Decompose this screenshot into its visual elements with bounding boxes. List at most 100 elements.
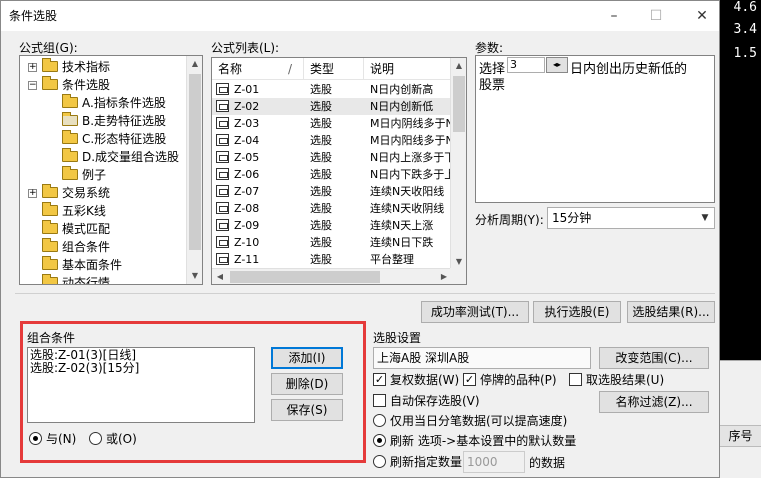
minimize-button[interactable]: – [599, 5, 629, 27]
radio-label: 仅用当日分笔数据(可以提高速度) [390, 414, 568, 428]
checkbox-checked-icon: ✓ [373, 373, 386, 386]
formula-desc: 连续N天上涨 [370, 219, 434, 232]
param-value-input[interactable]: 3 [507, 57, 545, 73]
scroll-up-icon[interactable]: ▲ [451, 58, 466, 74]
tree-item-trend-feature[interactable]: B.走势特征选股 [20, 112, 188, 130]
execute-select-button[interactable]: 执行选股(E) [533, 301, 621, 323]
tree-item-label: 五彩K线 [62, 204, 106, 218]
formula-type: 选股 [310, 134, 332, 147]
checkbox-label: 停牌的品种(P) [480, 373, 557, 387]
scroll-corner [450, 268, 466, 284]
folder-edit-icon [62, 112, 78, 126]
formula-name: Z-07 [234, 185, 260, 198]
table-row[interactable]: Z-05 选股 N日内上涨多于下 [212, 149, 452, 166]
adjusted-data-checkbox[interactable]: ✓ 复权数据(W) [373, 372, 459, 388]
formula-type: 选股 [310, 219, 332, 232]
formula-type: 选股 [310, 117, 332, 130]
auto-save-checkbox[interactable]: 自动保存选股(V) [373, 393, 480, 409]
formula-desc: N日内上涨多于下 [370, 151, 452, 164]
column-label: 名称 [218, 62, 243, 76]
formula-type: 选股 [310, 236, 332, 249]
column-header-type[interactable]: 类型 [304, 58, 364, 80]
column-header-desc[interactable]: 说明 [364, 58, 452, 80]
collapse-icon[interactable]: − [28, 81, 37, 90]
table-row[interactable]: Z-01 选股 N日内创新高 [212, 81, 452, 98]
list-horizontal-scrollbar[interactable]: ◀ ▶ [212, 268, 452, 284]
list-vertical-scrollbar[interactable]: ▲ ▼ [450, 58, 466, 270]
formula-name: Z-10 [234, 236, 260, 249]
close-button[interactable]: ✕ [687, 5, 717, 27]
formula-name: Z-09 [234, 219, 260, 232]
tree-item-pattern-feature[interactable]: C.形态特征选股 [20, 130, 188, 148]
refresh-default-radio[interactable]: 刷新 选项->基本设置中的默认数量 [373, 433, 576, 449]
tree-item-indicator-condition[interactable]: A.指标条件选股 [20, 94, 188, 112]
table-row[interactable]: Z-11 选股 平台整理 [212, 251, 452, 268]
formula-desc: N日内创新低 [370, 100, 434, 113]
formula-name: Z-03 [234, 117, 260, 130]
formula-desc: M日内阴线多于N [370, 117, 452, 130]
scroll-up-icon[interactable]: ▲ [187, 56, 202, 72]
table-row[interactable]: Z-03 选股 M日内阴线多于N [212, 115, 452, 132]
column-header-name[interactable]: 名称 / [212, 58, 304, 80]
divider [15, 293, 715, 294]
expand-icon[interactable]: + [28, 63, 37, 72]
maximize-button[interactable]: ☐ [641, 5, 671, 27]
table-row[interactable]: Z-07 选股 连续N天收阳线 [212, 183, 452, 200]
formula-icon [216, 168, 229, 180]
refresh-count-radio[interactable]: 刷新指定数量 [373, 454, 462, 470]
table-row[interactable]: Z-08 选股 连续N天收阴线 [212, 200, 452, 217]
tree-item-label: A.指标条件选股 [82, 96, 166, 110]
formula-group-tree[interactable]: + 技术指标 − 条件选股 A.指标条件选股 B.走势特征选股 C.形态特征选股… [19, 55, 203, 285]
formula-list[interactable]: 名称 / 类型 说明 Z-01 选股 N日内创新高 Z-02 选股 N日内创新低 Z-03 选… [211, 57, 467, 285]
period-select[interactable]: 15分钟 ▼ [547, 207, 715, 229]
folder-icon [42, 220, 58, 234]
tree-item-label: 例子 [82, 168, 107, 182]
change-range-button[interactable]: 改变范围(C)... [599, 347, 709, 369]
scroll-thumb[interactable] [230, 271, 380, 283]
formula-name: Z-05 [234, 151, 260, 164]
tree-item-examples[interactable]: 例子 [20, 166, 188, 184]
day-only-radio[interactable]: 仅用当日分笔数据(可以提高速度) [373, 413, 567, 429]
success-test-button[interactable]: 成功率测试(T)... [421, 301, 529, 323]
expand-icon[interactable]: + [28, 189, 37, 198]
formula-icon [216, 236, 229, 248]
scroll-down-icon[interactable]: ▼ [187, 268, 202, 284]
scroll-thumb[interactable] [453, 76, 465, 132]
tree-item-volume-combo[interactable]: D.成交量组合选股 [20, 148, 188, 166]
tree-item-label: 条件选股 [62, 78, 111, 92]
name-filter-button[interactable]: 名称过滤(Z)... [599, 391, 709, 413]
tree-item-combo-condition[interactable]: 组合条件 [20, 238, 188, 256]
tree-scrollbar[interactable]: ▲ ▼ [186, 56, 202, 284]
radio-label: 刷新 选项->基本设置中的默认数量 [390, 434, 577, 448]
folder-icon [62, 130, 78, 144]
table-row[interactable]: Z-02 选股 N日内创新低 [212, 98, 452, 115]
select-results-checkbox[interactable]: 取选股结果(U) [569, 372, 664, 388]
tree-item-tech-indicators[interactable]: + 技术指标 [20, 58, 188, 76]
table-row[interactable]: Z-10 选股 连续N日下跌 [212, 234, 452, 251]
market-range-field: 上海A股 深圳A股 [373, 347, 591, 369]
table-row[interactable]: Z-04 选股 M日内阳线多于N [212, 132, 452, 149]
radio-unchecked-icon [373, 455, 386, 468]
formula-name: Z-08 [234, 202, 260, 215]
params-suffix: 日内创出历史新低的 [570, 62, 688, 77]
select-results-button[interactable]: 选股结果(R)... [627, 301, 715, 323]
table-row[interactable]: Z-09 选股 连续N天上涨 [212, 217, 452, 234]
tree-item-color-kline[interactable]: 五彩K线 [20, 202, 188, 220]
tree-item-trading-system[interactable]: + 交易系统 [20, 184, 188, 202]
refresh-count-input[interactable]: 1000 [463, 451, 525, 473]
tree-item-pattern-match[interactable]: 模式匹配 [20, 220, 188, 238]
tree-item-dynamic-quotes[interactable]: 动态行情 [20, 274, 188, 284]
grid-column-header[interactable]: 序号 [720, 425, 761, 447]
tree-item-condition-select[interactable]: − 条件选股 [20, 76, 188, 94]
title-bar[interactable]: 条件选股 – ☐ ✕ [1, 1, 719, 31]
scroll-thumb[interactable] [189, 74, 201, 250]
formula-group-label: 公式组(G): [19, 41, 78, 55]
formula-icon [216, 117, 229, 129]
table-row[interactable]: Z-06 选股 N日内下跌多于上 [212, 166, 452, 183]
checkbox-label: 自动保存选股(V) [390, 394, 480, 408]
param-spin-icon[interactable]: ◂▸ [546, 57, 568, 73]
scroll-left-icon[interactable]: ◀ [212, 269, 228, 284]
tree-item-fundamental[interactable]: 基本面条件 [20, 256, 188, 274]
suspended-checkbox[interactable]: ✓ 停牌的品种(P) [463, 372, 557, 388]
folder-icon [42, 256, 58, 270]
